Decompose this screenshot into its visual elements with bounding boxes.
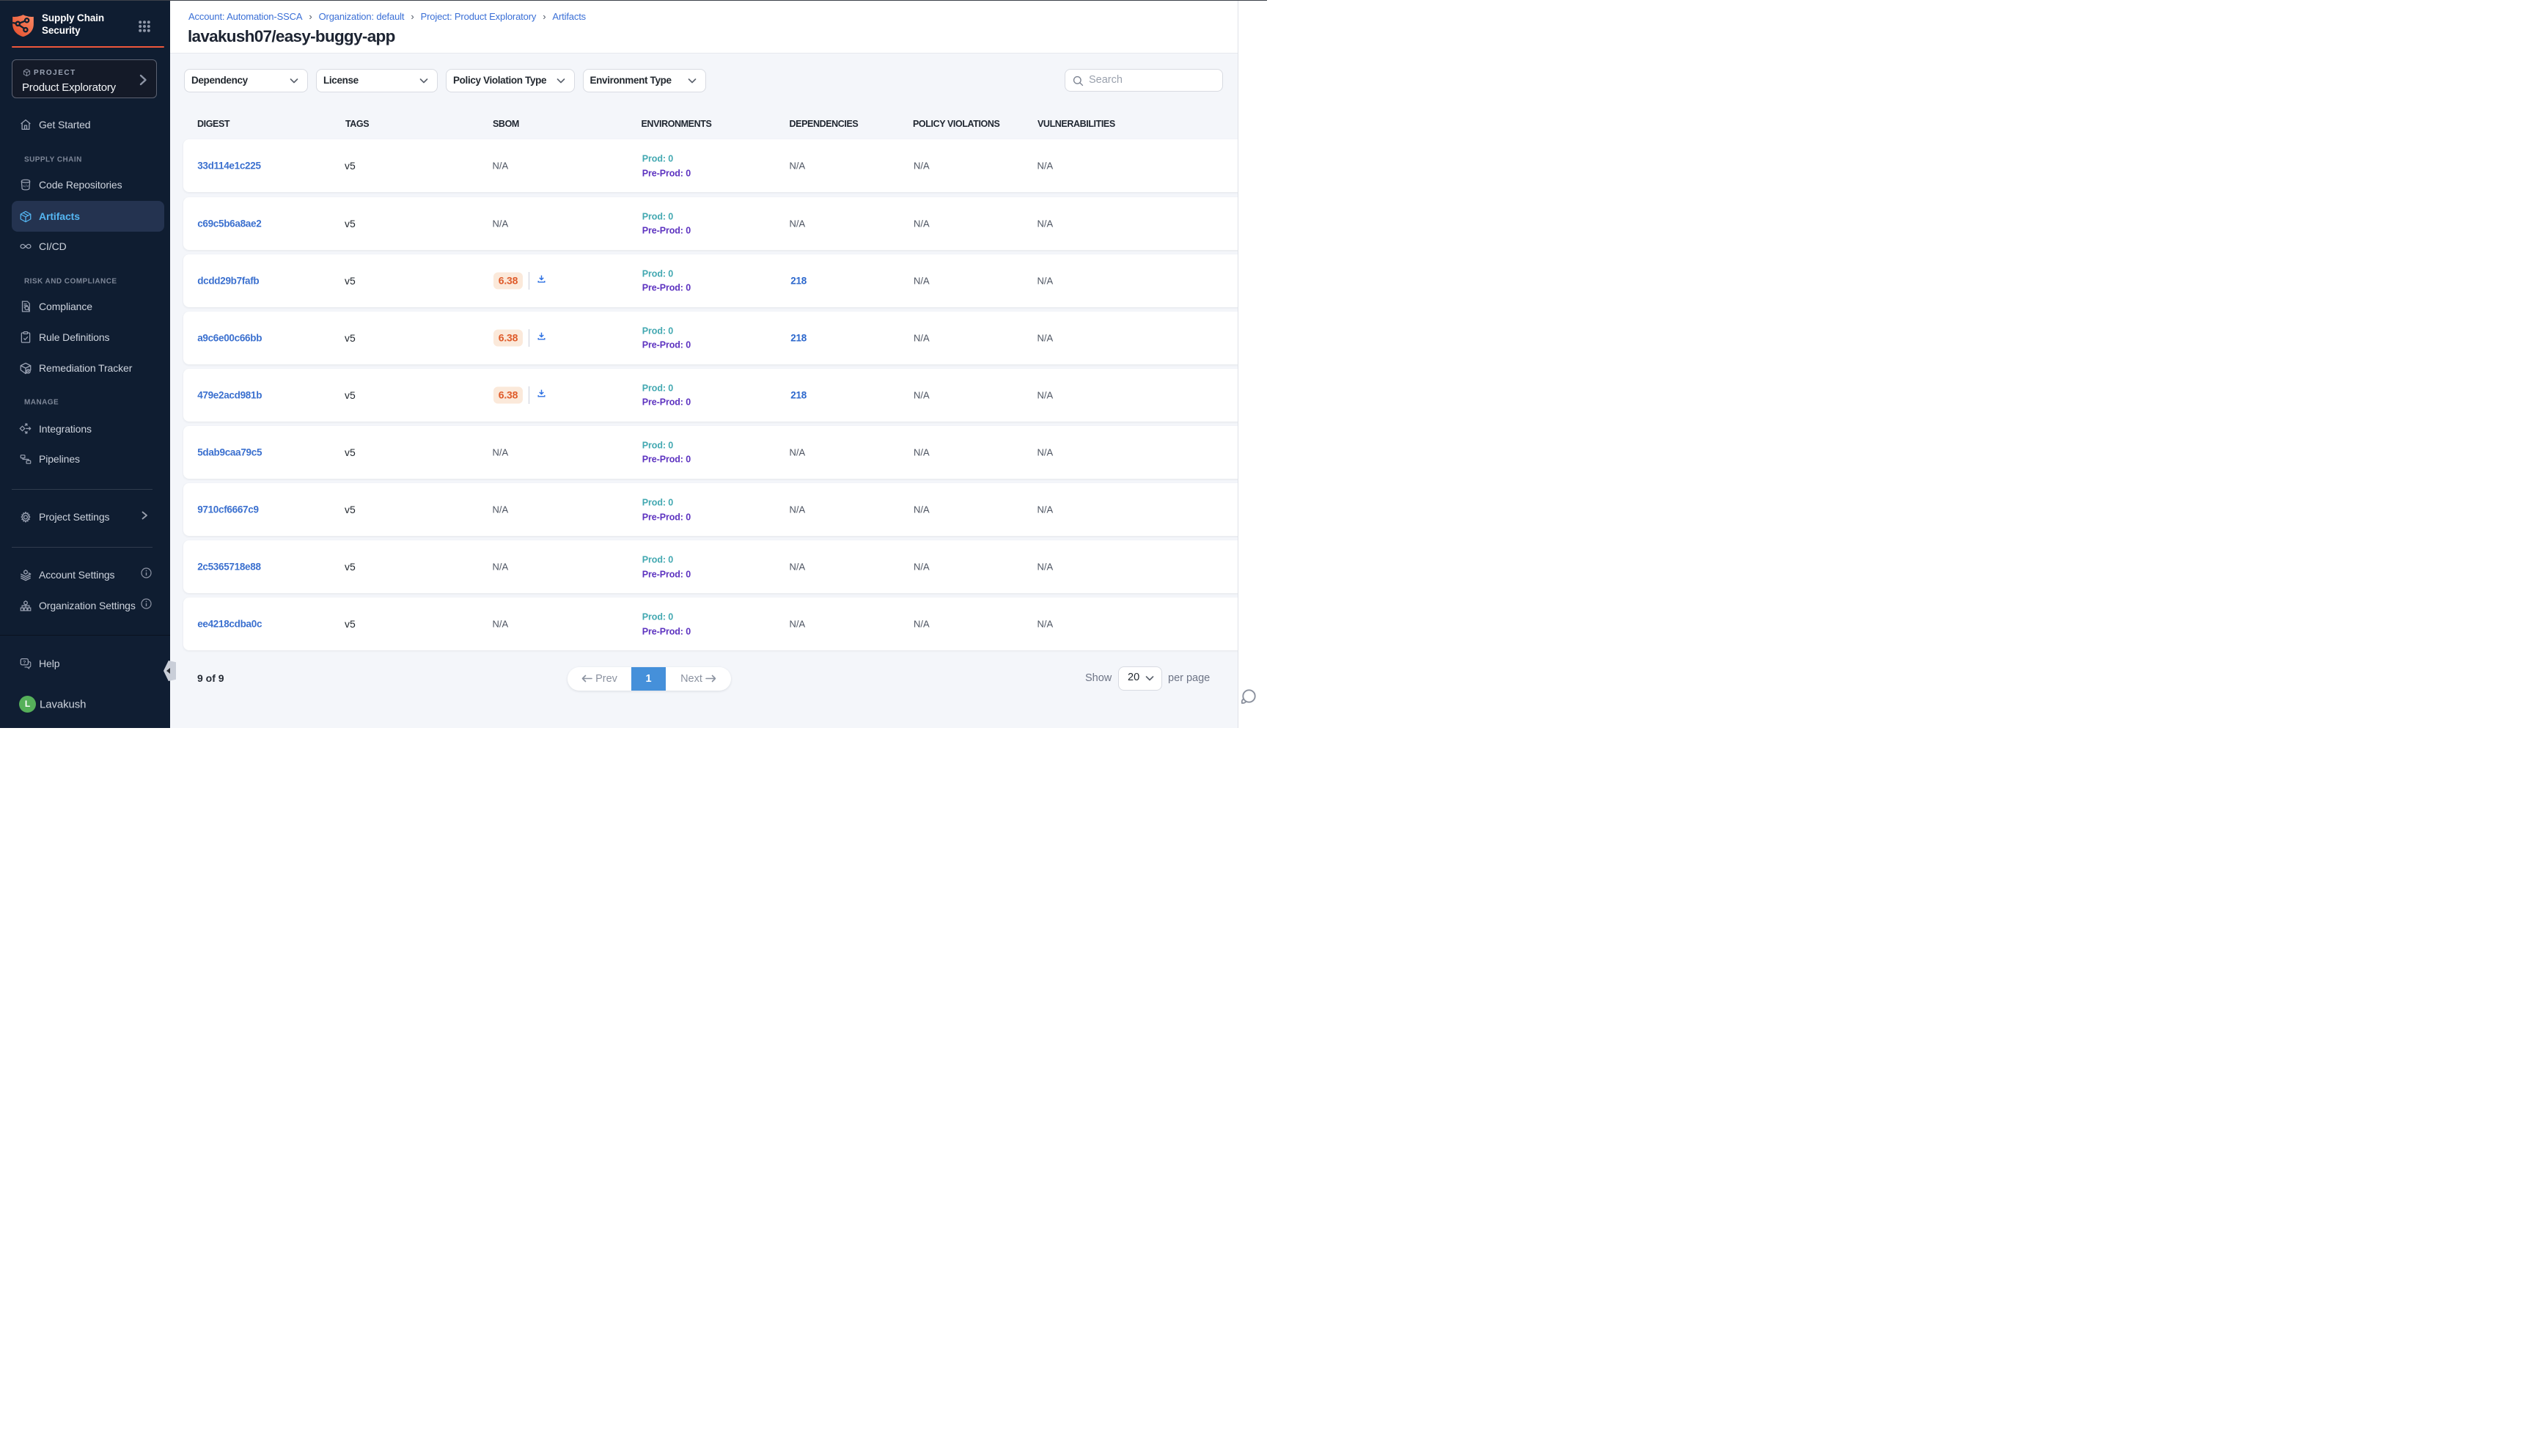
svg-text:?: ? [23,660,26,665]
svg-text:</>: </> [23,184,29,188]
